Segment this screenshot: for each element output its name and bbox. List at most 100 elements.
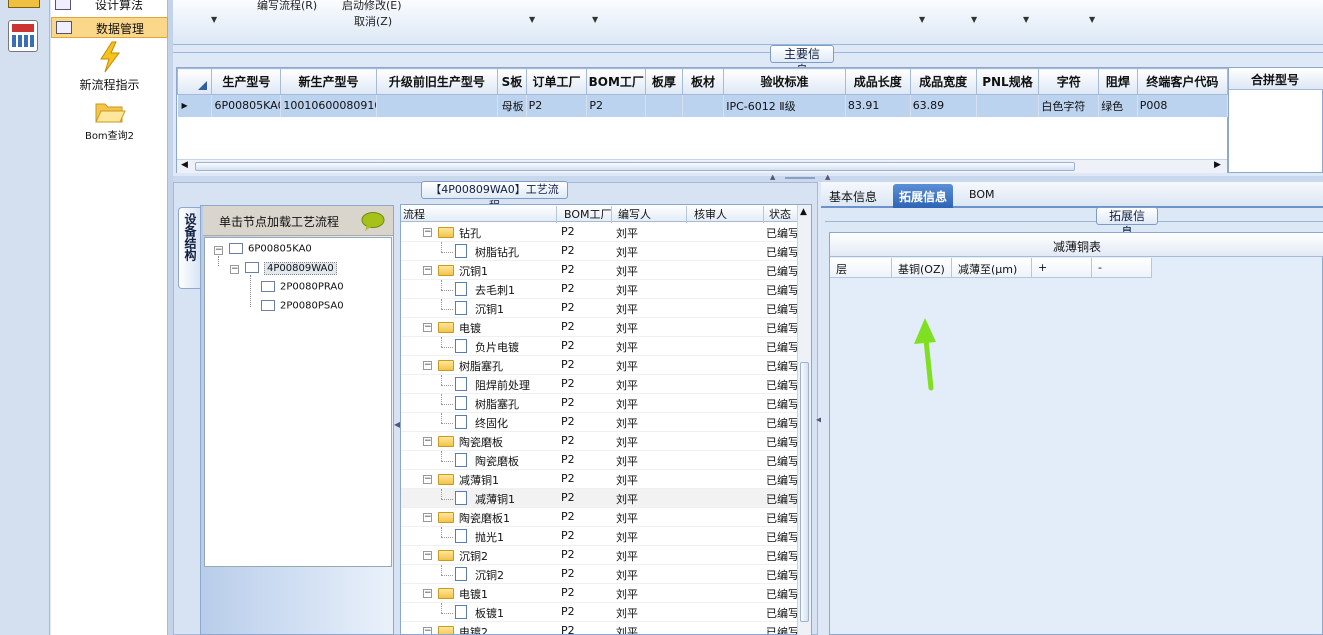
column-header[interactable]: 合拼型号 — [1229, 68, 1323, 90]
process-row[interactable]: 终固化 P2 刘平 已编写 — [401, 413, 798, 432]
process-row[interactable]: 树脂钻孔 P2 刘平 已编写 — [401, 242, 798, 261]
table-cell[interactable] — [376, 94, 499, 117]
collapse-up-icon[interactable]: ▲ — [825, 173, 830, 181]
process-row[interactable]: − 树脂塞孔 P2 刘平 已编写 — [401, 356, 798, 375]
column-header[interactable]: - — [1092, 258, 1152, 278]
splitter-grip[interactable] — [785, 177, 815, 179]
table-cell[interactable]: 10010600080910 — [280, 94, 377, 117]
column-header[interactable]: 状态 — [769, 206, 791, 222]
scroll-up-icon[interactable]: ▲ — [800, 207, 807, 217]
edit-process-button[interactable]: 编写流程(R) — [257, 0, 317, 13]
tree-node-selected[interactable]: 4P00809WA0 — [245, 261, 337, 275]
calendar-icon[interactable] — [8, 0, 40, 8]
table-cell[interactable]: P008 — [1137, 94, 1229, 117]
table-cell[interactable]: P2 — [526, 94, 588, 117]
column-header[interactable]: 基铜(OZ) — [892, 258, 952, 278]
column-header[interactable]: 订单工厂 — [525, 68, 588, 95]
process-row[interactable]: 阻焊前处理 P2 刘平 已编写 — [401, 375, 798, 394]
collapse-icon[interactable]: − — [423, 266, 432, 275]
cancel-button[interactable]: 取消(Z) — [354, 13, 392, 29]
nav-item-data-management[interactable]: 数据管理 — [51, 17, 168, 38]
process-list[interactable]: 流程 BOM工厂 编写人 核审人 状态 − 钻孔 P2 刘平 已编写 树脂钻孔 P2 刘平 已编… — [400, 204, 812, 635]
table-cell[interactable]: 母板 — [497, 94, 527, 117]
tab-bom[interactable]: BOM — [963, 184, 1001, 208]
table-cell[interactable]: 6P00805KA0 — [211, 94, 282, 117]
column-header[interactable]: 减薄至(μm) — [952, 258, 1032, 278]
process-row[interactable]: − 沉铜2 P2 刘平 已编写 — [401, 546, 798, 565]
process-row[interactable]: 沉铜1 P2 刘平 已编写 — [401, 299, 798, 318]
tree-node[interactable]: 2P0080PRA0 — [261, 281, 344, 293]
scroll-right-icon[interactable]: ▶ — [1214, 160, 1221, 170]
collapse-icon[interactable]: − — [423, 323, 432, 332]
column-header[interactable]: 生产型号 — [211, 68, 282, 95]
tree-node[interactable]: 2P0080PSA0 — [261, 300, 344, 312]
table-cell[interactable]: P2 — [586, 94, 647, 117]
structure-tree[interactable]: − 6P00805KA0 − 4P00809WA0 2P0080PRA0 2P0… — [204, 237, 392, 567]
grid-corner[interactable] — [176, 68, 213, 95]
column-header[interactable]: 板厚 — [645, 68, 683, 95]
tab-extended-info[interactable]: 拓展信息 — [893, 184, 954, 208]
dropdown-arrow-icon[interactable]: ▼ — [211, 15, 217, 24]
merge-model-grid[interactable]: 合拼型号 — [1228, 67, 1323, 173]
dropdown-arrow-icon[interactable]: ▼ — [529, 15, 535, 24]
process-row[interactable]: 抛光1 P2 刘平 已编写 — [401, 527, 798, 546]
process-row[interactable]: − 钻孔 P2 刘平 已编写 — [401, 223, 798, 242]
column-header[interactable]: 层 — [830, 258, 892, 278]
process-row[interactable]: − 电镀 P2 刘平 已编写 — [401, 318, 798, 337]
table-cell[interactable] — [976, 94, 1040, 117]
scrollbar-thumb[interactable] — [800, 362, 809, 622]
nav-new-process-guide[interactable]: 新流程指示 — [51, 41, 168, 93]
process-row[interactable]: 沉铜2 P2 刘平 已编写 — [401, 565, 798, 584]
collapse-up-icon[interactable]: ▲ — [770, 173, 775, 181]
tree-node[interactable]: 6P00805KA0 — [229, 243, 312, 255]
process-row[interactable]: − 电镀2 P2 刘平 已编写 — [401, 622, 798, 634]
column-header[interactable]: 新生产型号 — [280, 68, 377, 95]
process-row[interactable]: 树脂塞孔 P2 刘平 已编写 — [401, 394, 798, 413]
table-cell[interactable]: 绿色 — [1098, 94, 1138, 117]
process-row[interactable]: 陶瓷磨板 P2 刘平 已编写 — [401, 451, 798, 470]
collapse-icon[interactable]: − — [423, 513, 432, 522]
column-header[interactable]: 字符 — [1038, 68, 1100, 95]
process-row[interactable]: 去毛刺1 P2 刘平 已编写 — [401, 280, 798, 299]
nav-bom-query[interactable]: Bom查询2 — [51, 98, 168, 142]
nav-item-design-algorithm[interactable]: 设计算法 — [51, 0, 168, 14]
collapse-icon[interactable]: − — [423, 627, 432, 634]
process-row[interactable]: − 减薄铜1 P2 刘平 已编写 — [401, 470, 798, 489]
column-header[interactable]: BOM工厂 — [586, 68, 647, 95]
column-header[interactable]: 阻焊 — [1098, 68, 1138, 95]
vertical-scrollbar[interactable]: ▲ — [797, 205, 811, 635]
collapse-icon[interactable]: − — [230, 265, 239, 274]
dropdown-arrow-icon[interactable]: ▼ — [971, 15, 977, 24]
collapse-icon[interactable]: − — [214, 246, 223, 255]
table-cell[interactable]: 63.89 — [910, 94, 977, 117]
dropdown-arrow-icon[interactable]: ▼ — [1023, 15, 1029, 24]
scrollbar-thumb[interactable] — [195, 162, 1075, 171]
column-header[interactable]: 板材 — [681, 68, 725, 95]
table-row[interactable]: ▶ 6P00805KA0 10010600080910 母板 P2 P2 IPC… — [177, 94, 1229, 117]
main-info-grid[interactable]: 生产型号 新生产型号 升级前旧生产型号 S板 订单工厂 BOM工厂 板厚 板材 … — [176, 67, 1229, 173]
column-header[interactable]: 终端客户代码 — [1136, 68, 1229, 95]
column-header[interactable]: + — [1032, 258, 1092, 278]
process-row[interactable]: 负片电镀 P2 刘平 已编写 — [401, 337, 798, 356]
column-header[interactable]: S板 — [497, 68, 527, 95]
collapse-icon[interactable]: − — [423, 437, 432, 446]
table-cell[interactable]: 83.91 — [845, 94, 911, 117]
table-cell[interactable]: 白色字符 — [1038, 94, 1100, 117]
collapse-icon[interactable]: − — [423, 361, 432, 370]
collapse-icon[interactable]: − — [423, 228, 432, 237]
table-cell[interactable] — [682, 94, 725, 117]
collapse-icon[interactable]: − — [423, 589, 432, 598]
column-header[interactable]: 流程 — [403, 206, 425, 222]
table-cell[interactable] — [645, 94, 683, 117]
tab-equipment-structure[interactable]: 设备结构 — [178, 207, 200, 289]
dropdown-arrow-icon[interactable]: ▼ — [919, 15, 925, 24]
column-header[interactable]: 验收标准 — [723, 68, 846, 95]
thin-copper-table[interactable]: 减薄铜表 层 基铜(OZ) 减薄至(μm) + - — [829, 232, 1323, 635]
table-cell[interactable]: IPC-6012 Ⅱ级 — [723, 94, 846, 117]
process-row[interactable]: 减薄铜1 P2 刘平 已编写 — [401, 489, 798, 508]
process-row[interactable]: − 沉铜1 P2 刘平 已编写 — [401, 261, 798, 280]
column-header[interactable]: 成品宽度 — [909, 68, 977, 95]
column-header[interactable]: 编写人 — [618, 206, 651, 222]
column-header[interactable]: 升级前旧生产型号 — [375, 68, 499, 95]
dropdown-arrow-icon[interactable]: ▼ — [592, 15, 598, 24]
